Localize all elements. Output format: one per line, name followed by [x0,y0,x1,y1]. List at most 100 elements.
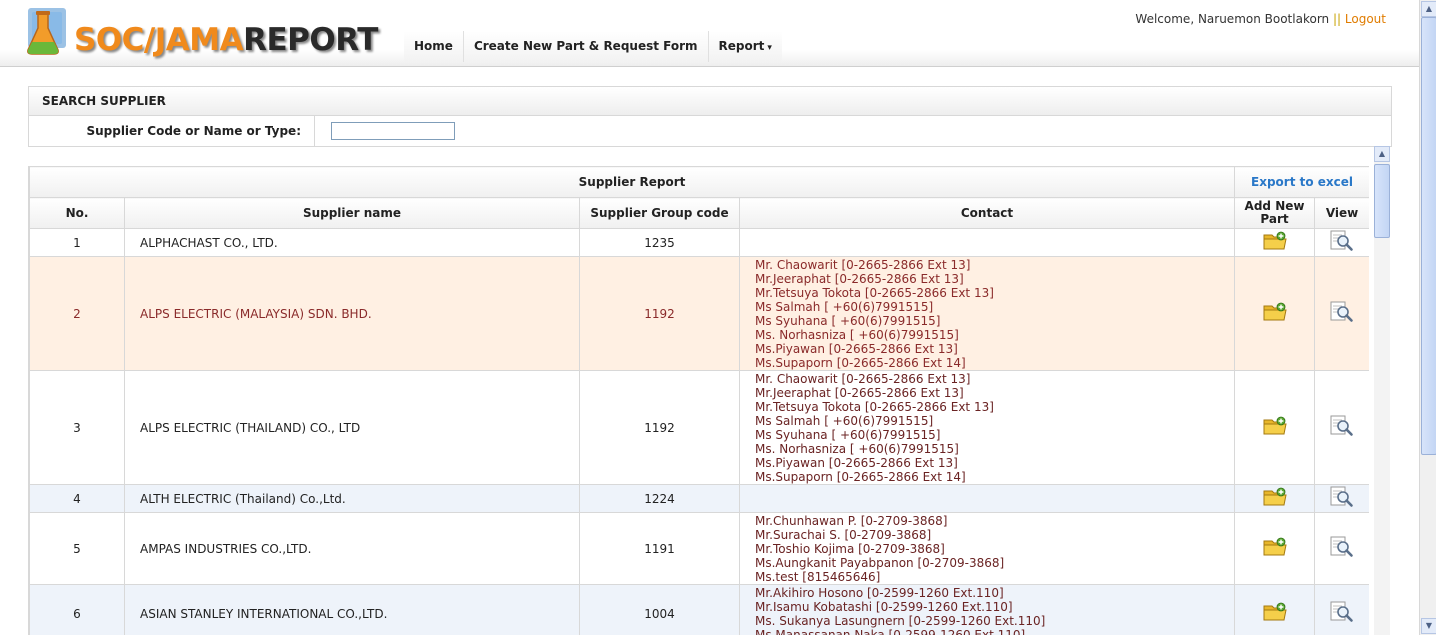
cell-contact: Mr.Akihiro Hosono [0-2599-1260 Ext.110] M… [738,584,1236,635]
cell-group-code: 1224 [579,484,740,513]
nav-report-label: Report [718,39,765,53]
scroll-up-icon[interactable]: ▲ [1421,1,1436,17]
logo-text-report: REPORT [243,22,378,58]
table-body: 1 ALPHACHAST CO., LTD. 1235 2 ALPS ELECTRIC … [29,228,1369,635]
table-row: 3 ALPS ELECTRIC (THAILAND) CO., LTD 1192 Mr… [29,370,1369,485]
folder-add-icon[interactable] [1263,537,1287,560]
magnifier-view-icon[interactable] [1330,230,1354,255]
logo-text: SOC/JAMAREPORT [74,22,378,58]
magnifier-view-icon[interactable] [1330,301,1354,326]
contact-line: Ms.Manassanan Naka [0-2599-1260 Ext.110] [755,628,1026,635]
cell-group-code: 1235 [579,228,740,257]
folder-add-icon[interactable] [1263,602,1287,625]
cell-group-code: 1191 [579,512,740,585]
user-bar: Welcome, Naruemon Bootlakorn || Logout [1135,12,1386,26]
magnifier-view-icon[interactable] [1330,601,1354,626]
report-scroll-up-icon[interactable]: ▲ [1374,146,1390,162]
table-row: 5 AMPAS INDUSTRIES CO.,LTD. 1191 Mr.Chunhaw… [29,512,1369,585]
app-logo[interactable]: SOC/JAMAREPORT [22,6,378,60]
contact-line: Ms Syuhana [ +60(6)7991515] [755,428,941,442]
contact-line: Mr.Jeeraphat [0-2665-2866 Ext 13] [755,386,964,400]
contact-line: Mr.Tetsuya Tokota [0-2665-2866 Ext 13] [755,286,994,300]
cell-no: 3 [29,370,125,485]
contact-line: Ms.Supaporn [0-2665-2866 Ext 14] [755,470,966,484]
col-header-view: View [1314,197,1369,229]
logo-text-soc-jama: SOC/JAMA [74,22,244,58]
contact-line: Mr.Surachai S. [0-2709-3868] [755,528,932,542]
page-scrollbar[interactable]: ▲ ▼ [1419,0,1436,635]
cell-supplier-name: ALPHACHAST CO., LTD. [124,228,580,257]
contact-line: Ms.Piyawan [0-2665-2866 Ext 13] [755,456,958,470]
cell-add-new-part [1234,228,1316,257]
contact-line: Mr.Isamu Kobatashi [0-2599-1260 Ext.110] [755,600,1013,614]
cell-contact [738,228,1236,257]
cell-contact: Mr. Chaowarit [0-2665-2866 Ext 13] Mr.Jee… [738,370,1236,485]
cell-add-new-part [1234,512,1316,585]
supplier-search-input[interactable] [331,122,455,140]
cell-no: 1 [29,228,125,257]
export-to-excel-link[interactable]: Export to excel [1251,175,1353,189]
flask-logo-icon [27,8,66,55]
col-header-supplier-name: Supplier name [124,197,580,229]
folder-add-icon[interactable] [1263,231,1287,254]
report-scrollbar[interactable]: ▲ [1374,146,1390,635]
chevron-down-icon: ▾ [767,43,772,53]
folder-add-icon[interactable] [1263,416,1287,439]
welcome-text: Welcome, Naruemon Bootlakorn [1135,12,1330,26]
cell-contact: Mr. Chaowarit [0-2665-2866 Ext 13] Mr.Jee… [738,256,1236,371]
contact-line: Mr.Akihiro Hosono [0-2599-1260 Ext.110] [755,586,1004,600]
cell-add-new-part [1234,584,1316,635]
cell-add-new-part [1234,484,1316,513]
scroll-down-icon[interactable]: ▼ [1421,618,1436,634]
cell-no: 2 [29,256,125,371]
cell-view [1314,256,1369,371]
folder-add-icon[interactable] [1263,487,1287,510]
folder-add-icon[interactable] [1263,302,1287,325]
report-scroll-thumb[interactable] [1374,164,1390,238]
contact-line: Ms.Supaporn [0-2665-2866 Ext 14] [755,356,966,370]
cell-no: 4 [29,484,125,513]
contact-line: Mr.Chunhawan P. [0-2709-3868] [755,514,948,528]
search-row: Supplier Code or Name or Type: [29,116,1391,146]
cell-group-code: 1192 [579,256,740,371]
cell-no: 5 [29,512,125,585]
contact-line: Ms.test [815465646] [755,570,881,584]
cell-view [1314,512,1369,585]
contact-line: Mr.Toshio Kojima [0-2709-3868] [755,542,945,556]
main-nav: Home Create New Part & Request Form Repo… [404,31,782,62]
contact-line: Ms Salmah [ +60(6)7991515] [755,300,934,314]
table-row: 6 ASIAN STANLEY INTERNATIONAL CO.,LTD. 100… [29,584,1369,635]
contact-line: Ms Salmah [ +60(6)7991515] [755,414,934,428]
cell-view [1314,584,1369,635]
cell-supplier-name: ALPS ELECTRIC (THAILAND) CO., LTD [124,370,580,485]
cell-supplier-name: ALTH ELECTRIC (Thailand) Co.,Ltd. [124,484,580,513]
contact-line: Ms.Piyawan [0-2665-2866 Ext 13] [755,342,958,356]
col-header-contact: Contact [738,197,1236,229]
cell-view [1314,228,1369,257]
report-title: Supplier Report [29,166,1236,198]
scroll-thumb[interactable] [1421,17,1436,455]
table-row: 4 ALTH ELECTRIC (Thailand) Co.,Ltd. 1224 [29,484,1369,513]
cell-supplier-name: ASIAN STANLEY INTERNATIONAL CO.,LTD. [124,584,580,635]
logout-link[interactable]: Logout [1345,12,1386,26]
magnifier-view-icon[interactable] [1330,415,1354,440]
cell-view [1314,484,1369,513]
contact-line: Ms. Norhasniza [ +60(6)7991515] [755,442,959,456]
contact-line: Mr.Jeeraphat [0-2665-2866 Ext 13] [755,272,964,286]
cell-supplier-name: AMPAS INDUSTRIES CO.,LTD. [124,512,580,585]
nav-home[interactable]: Home [404,31,463,62]
nav-report[interactable]: Report ▾ [707,31,782,62]
cell-group-code: 1004 [579,584,740,635]
export-cell: Export to excel [1234,166,1369,198]
contact-line: Ms. Sukanya Lasungnern [0-2599-1260 Ext.… [755,614,1046,628]
search-input-cell [315,116,455,146]
cell-supplier-name: ALPS ELECTRIC (MALAYSIA) SDN. BHD. [124,256,580,371]
search-label: Supplier Code or Name or Type: [29,116,315,146]
cell-no: 6 [29,584,125,635]
nav-create-new-part[interactable]: Create New Part & Request Form [462,31,708,62]
magnifier-view-icon[interactable] [1330,536,1354,561]
col-header-no: No. [29,197,125,229]
contact-line: Mr. Chaowarit [0-2665-2866 Ext 13] [755,372,971,386]
magnifier-view-icon[interactable] [1330,486,1354,511]
col-header-group-code: Supplier Group code [579,197,740,229]
